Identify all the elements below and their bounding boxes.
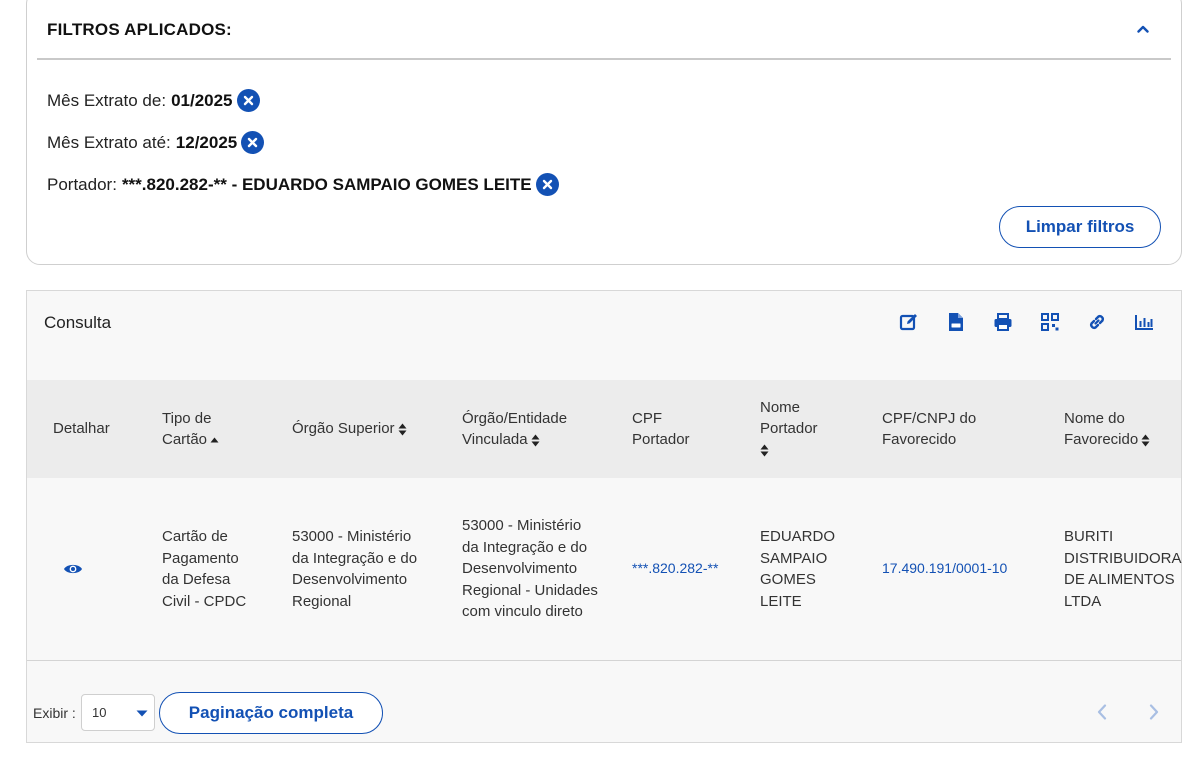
remove-filter-button[interactable] [236, 89, 260, 112]
filters-divider [37, 58, 1171, 60]
chevron-left-icon [1097, 704, 1107, 720]
sort-ascending-icon [210, 437, 219, 443]
previous-page-button[interactable] [1091, 701, 1113, 723]
close-icon [542, 179, 552, 190]
sort-icon [1141, 434, 1150, 447]
clear-filters-button[interactable]: Limpar filtros [999, 206, 1161, 248]
print-icon [994, 313, 1012, 331]
qr-code-icon [1041, 313, 1059, 331]
view-details-button[interactable] [63, 562, 83, 576]
full-pagination-button[interactable]: Paginação completa [159, 692, 383, 734]
share-link-button[interactable] [1086, 311, 1108, 333]
chart-view-button[interactable] [1133, 311, 1155, 333]
qr-code-button[interactable] [1039, 311, 1061, 333]
filter-label: Mês Extrato de: [47, 90, 167, 110]
table-row: Cartão de Pagamento da Defesa Civil - CP… [27, 478, 1181, 661]
filter-value: 01/2025 [171, 90, 233, 110]
collapse-filters-button[interactable] [1135, 21, 1151, 37]
page-size-value: 10 [92, 705, 107, 720]
remove-filter-button[interactable] [241, 131, 265, 154]
next-page-button[interactable] [1143, 701, 1165, 723]
page-size-select[interactable]: 10 [81, 694, 155, 731]
cell-cpf-portador: ***.820.282-** [632, 478, 722, 660]
page-size-label: Exibir : [33, 705, 76, 721]
table-header: Detalhar Tipo de Cartão Órgão Superior Ó… [27, 380, 1181, 478]
chevron-right-icon [1149, 704, 1159, 720]
cell-cpf-cnpj-favorecido: 17.490.191/0001-10 [882, 478, 1052, 660]
filters-title: FILTROS APLICADOS: [47, 20, 232, 39]
filter-card-holder: Portador: ***.820.282-** - EDUARDO SAMPA… [47, 173, 559, 196]
remove-filter-button[interactable] [535, 173, 559, 196]
print-button[interactable] [992, 311, 1014, 333]
column-header-nome-portador[interactable]: Nome Portador [760, 380, 850, 478]
download-csv-button[interactable] [945, 311, 967, 333]
column-header-orgao-superior[interactable]: Órgão Superior [292, 380, 452, 478]
chevron-up-icon [1137, 25, 1149, 33]
sort-icon [531, 434, 540, 447]
sort-icon [398, 423, 407, 436]
column-header-orgao-vinculada[interactable]: Órgão/Entidade Vinculada [462, 380, 602, 478]
filter-value: 12/2025 [175, 132, 238, 152]
column-header-nome-favorecido[interactable]: Nome do Favorecido [1064, 380, 1174, 478]
results-panel: Consulta Detalhar Tipo de Cartão Órgão S… [26, 290, 1182, 743]
cpf-portador-link[interactable]: ***.820.282-** [632, 558, 718, 580]
csv-file-icon [949, 313, 963, 331]
bar-chart-icon [1135, 315, 1153, 330]
cell-orgao-vinculada: 53000 - Ministério da Integração e do De… [462, 517, 598, 621]
column-header-cpf-cnpj-favorecido: CPF/CNPJ do Favorecido [882, 409, 977, 449]
link-icon [1090, 315, 1104, 329]
cell-tipo-cartao: Cartão de Pagamento da Defesa Civil - CP… [162, 528, 247, 610]
edit-columns-button[interactable] [898, 311, 920, 333]
filter-month-to: Mês Extrato até: 12/2025 [47, 131, 265, 154]
filter-label: Portador: [47, 174, 117, 194]
close-icon [248, 137, 258, 148]
filter-label: Mês Extrato até: [47, 132, 171, 152]
applied-filters-panel: FILTROS APLICADOS: Mês Extrato de: 01/20… [26, 0, 1182, 265]
cell-detalhar [63, 478, 103, 660]
caret-down-icon [136, 710, 148, 717]
filter-value: ***.820.282-** - EDUARDO SAMPAIO GOMES L… [121, 174, 532, 194]
sort-icon [760, 444, 769, 457]
cpf-cnpj-favorecido-link[interactable]: 17.490.191/0001-10 [882, 558, 1007, 580]
results-toolbar [898, 311, 1155, 333]
cell-nome-portador: EDUARDO SAMPAIO GOMES LEITE [760, 528, 836, 610]
column-header-detalhar: Detalhar [53, 420, 110, 438]
edit-icon [899, 314, 917, 331]
filter-month-from: Mês Extrato de: 01/2025 [47, 89, 260, 112]
cell-nome-favorecido: BURITI DISTRIBUIDORA DE ALIMENTOS LTDA [1064, 528, 1181, 610]
column-header-cpf-portador: CPF Portador [632, 409, 690, 449]
close-icon [243, 95, 253, 106]
eye-icon [64, 564, 82, 574]
results-title: Consulta [44, 313, 112, 332]
cell-orgao-superior: 53000 - Ministério da Integração e do De… [292, 528, 418, 610]
column-header-tipo-cartao[interactable]: Tipo de Cartão [162, 380, 257, 478]
